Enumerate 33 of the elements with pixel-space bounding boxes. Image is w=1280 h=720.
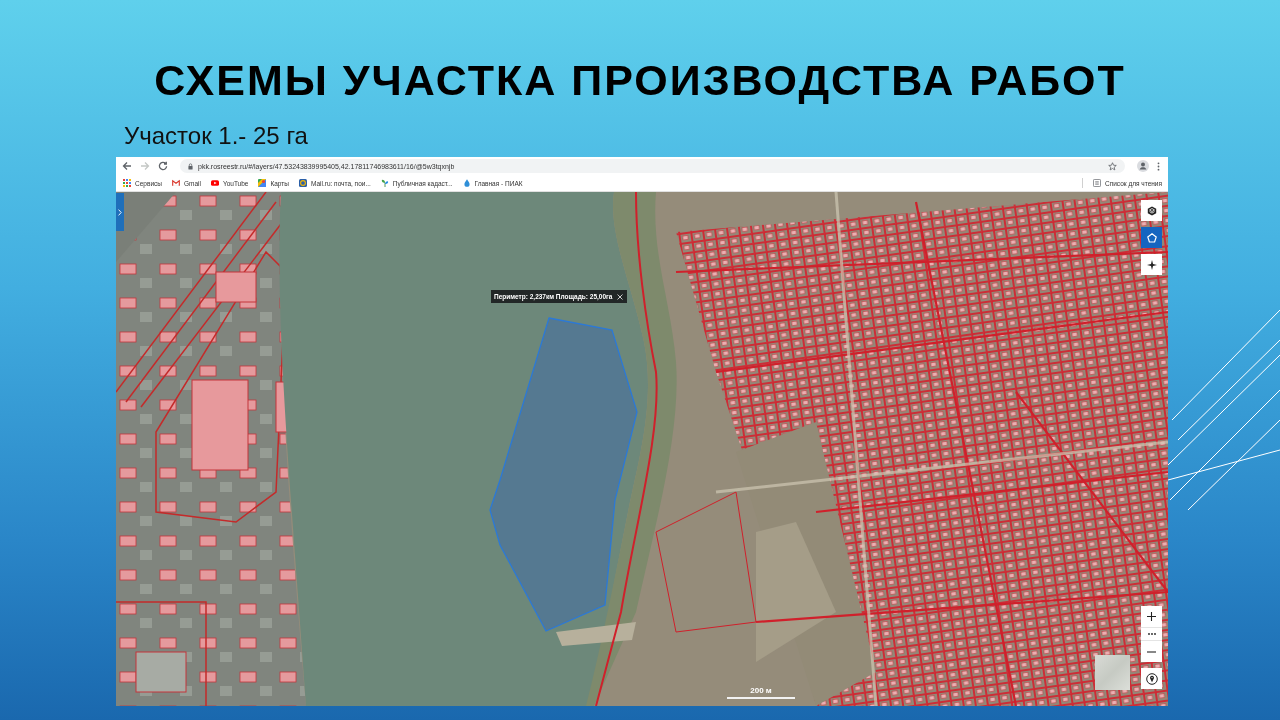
layers-button[interactable] bbox=[1141, 200, 1162, 221]
slide-title: СХЕМЫ УЧАСТКА ПРОИЗВОДСТВА РАБОТ bbox=[154, 56, 1126, 104]
location-button[interactable] bbox=[1141, 668, 1162, 689]
slide-subtitle: Участок 1.- 25 га bbox=[124, 122, 308, 150]
envelope-icon bbox=[171, 179, 180, 187]
ring-tile-icon bbox=[299, 179, 307, 187]
play-icon bbox=[210, 179, 219, 187]
chevron-right-icon bbox=[118, 208, 122, 216]
plus-icon bbox=[1147, 612, 1156, 621]
layers-icon bbox=[1146, 205, 1157, 216]
droplet-icon bbox=[462, 179, 471, 187]
locate-button[interactable] bbox=[1141, 254, 1162, 275]
star-icon[interactable] bbox=[1108, 161, 1117, 171]
lock-icon bbox=[188, 162, 193, 170]
sidebar-toggle-button[interactable] bbox=[116, 193, 124, 231]
reload-icon[interactable] bbox=[158, 161, 168, 171]
scale-bar bbox=[727, 697, 795, 699]
minimap-thumbnail[interactable] bbox=[1095, 655, 1130, 690]
more-button[interactable] bbox=[1141, 627, 1162, 641]
map-icon bbox=[258, 179, 267, 187]
area-tool-button[interactable] bbox=[1141, 227, 1162, 248]
pin-circle-icon bbox=[1145, 672, 1158, 685]
four-point-star-icon bbox=[1146, 259, 1157, 270]
close-icon[interactable] bbox=[617, 293, 624, 300]
profile-avatar-icon[interactable] bbox=[1137, 160, 1149, 172]
scale-label: 200 м bbox=[750, 686, 772, 696]
pentagon-icon bbox=[1146, 232, 1157, 243]
minus-icon bbox=[1147, 650, 1156, 653]
back-arrow-icon[interactable] bbox=[122, 161, 132, 171]
reading-list-icon bbox=[1093, 179, 1101, 187]
sprout-icon bbox=[380, 179, 389, 187]
menu-icon[interactable] bbox=[1157, 161, 1160, 171]
apps-grid-icon bbox=[123, 179, 131, 187]
